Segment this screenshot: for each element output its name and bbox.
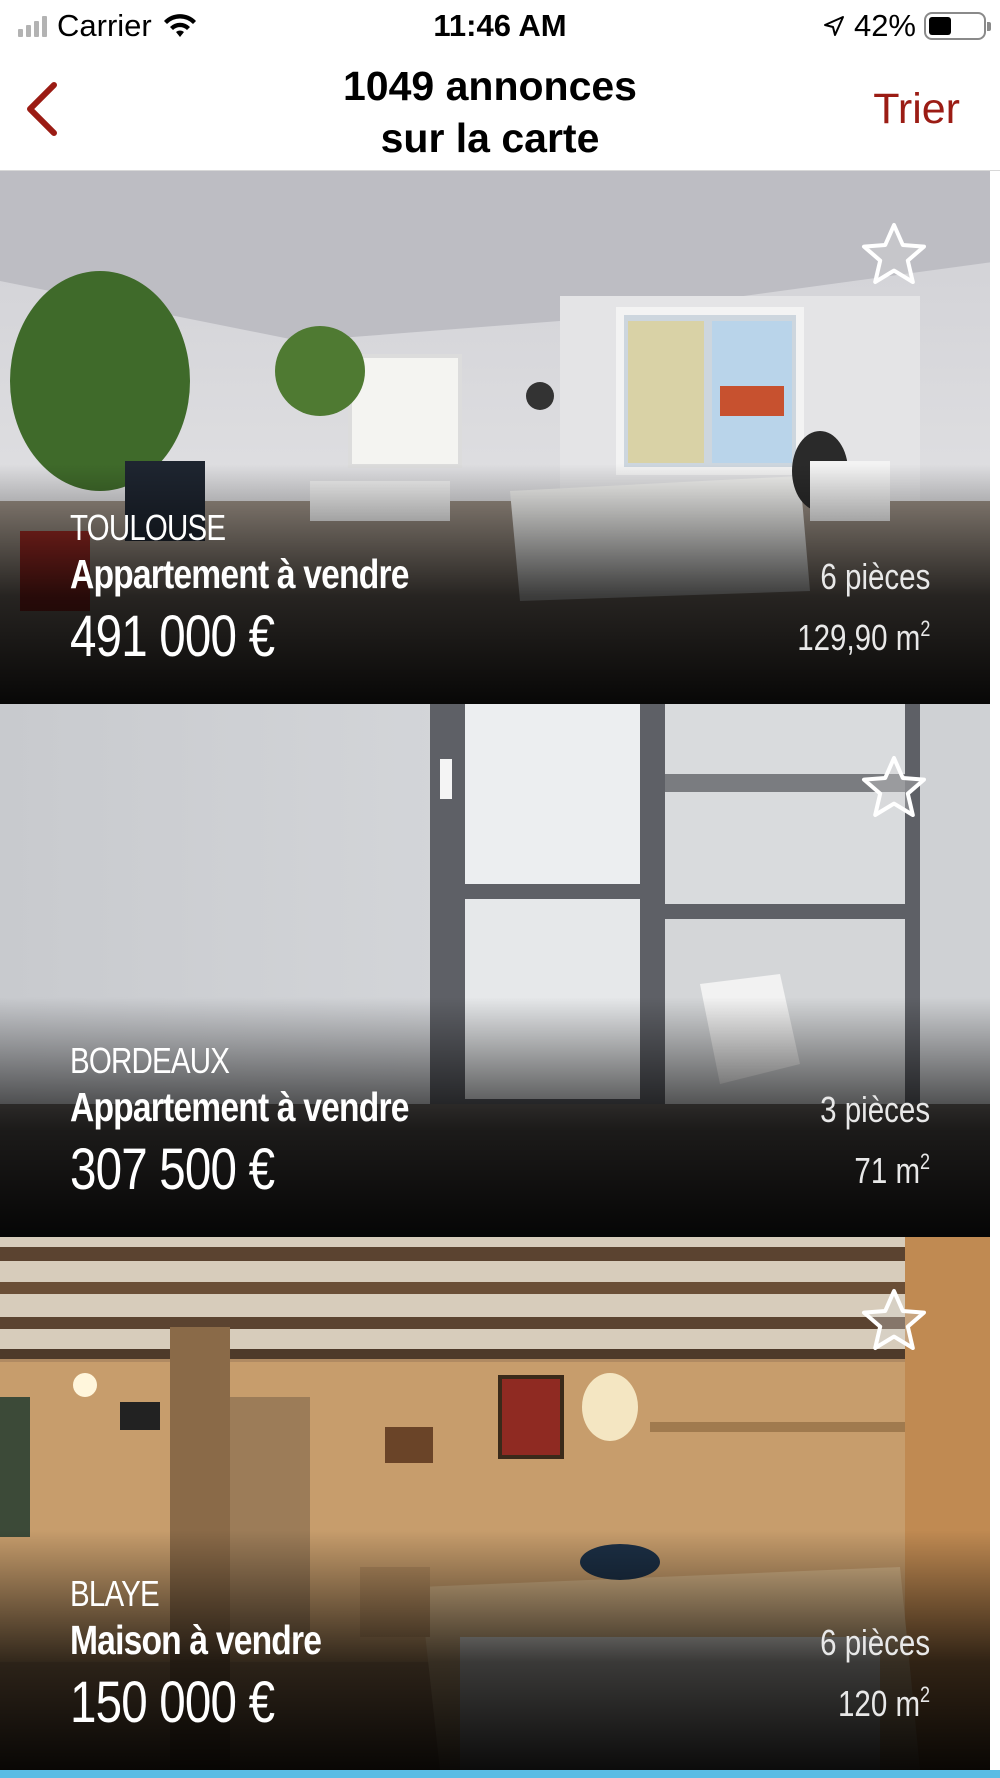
listing-details: BLAYE Maison à vendre 150 000 € bbox=[70, 1572, 376, 1738]
page-title-line1: 1049 annonces bbox=[343, 63, 637, 109]
listing-city: BORDEAUX bbox=[70, 1040, 230, 1081]
listing-city: TOULOUSE bbox=[70, 507, 226, 548]
star-outline-icon[interactable] bbox=[858, 1285, 930, 1357]
listing-details: TOULOUSE Appartement à vendre 491 000 € bbox=[70, 506, 483, 672]
listing-area: 71 m2 bbox=[854, 1149, 930, 1191]
battery-level bbox=[929, 17, 951, 35]
listing-rooms: 6 pièces bbox=[820, 556, 930, 597]
page-title: 1049 annonces sur la carte bbox=[240, 60, 740, 164]
listing-rooms: 6 pièces bbox=[820, 1622, 930, 1663]
listing-rooms: 3 pièces bbox=[820, 1089, 930, 1130]
listing-card[interactable]: BLAYE Maison à vendre 150 000 € 6 pièces… bbox=[0, 1237, 1000, 1770]
location-arrow-icon bbox=[823, 16, 844, 36]
scroll-gutter bbox=[990, 171, 1000, 1778]
listing-area: 120 m2 bbox=[837, 1682, 930, 1724]
chevron-left-icon bbox=[27, 82, 57, 136]
listing-specs: 6 pièces 120 m2 bbox=[796, 1617, 930, 1730]
listing-price: 307 500 € bbox=[70, 1137, 275, 1202]
listing-card[interactable]: BORDEAUX Appartement à vendre 307 500 € … bbox=[0, 704, 1000, 1237]
listing-type: Appartement à vendre bbox=[70, 1084, 409, 1130]
status-bar: Carrier 11:46 AM 42% bbox=[0, 0, 1000, 52]
listing-type: Maison à vendre bbox=[70, 1617, 322, 1663]
battery-percent: 42% bbox=[853, 8, 916, 43]
star-outline-icon[interactable] bbox=[858, 219, 930, 291]
listing-details: BORDEAUX Appartement à vendre 307 500 € bbox=[70, 1039, 483, 1205]
listing-type: Appartement à vendre bbox=[70, 551, 409, 597]
battery-icon bbox=[924, 12, 991, 40]
listing-specs: 3 pièces 71 m2 bbox=[796, 1084, 930, 1197]
listing-area: 129,90 m2 bbox=[796, 616, 930, 658]
listing-specs: 6 pièces 129,90 m2 bbox=[768, 551, 930, 664]
back-button[interactable] bbox=[12, 74, 72, 144]
listing-price: 150 000 € bbox=[70, 1670, 275, 1735]
listing-city: BLAYE bbox=[70, 1573, 160, 1614]
page-title-line2: sur la carte bbox=[380, 115, 600, 161]
star-outline-icon[interactable] bbox=[858, 752, 930, 824]
listing-price: 491 000 € bbox=[70, 604, 275, 669]
sort-button[interactable]: Trier bbox=[873, 85, 960, 134]
status-right: 42% bbox=[822, 8, 991, 44]
next-listing-edge bbox=[0, 1770, 1000, 1778]
navigation-bar: 1049 annonces sur la carte Trier bbox=[0, 52, 1000, 171]
listing-card[interactable]: TOULOUSE Appartement à vendre 491 000 € … bbox=[0, 171, 1000, 704]
